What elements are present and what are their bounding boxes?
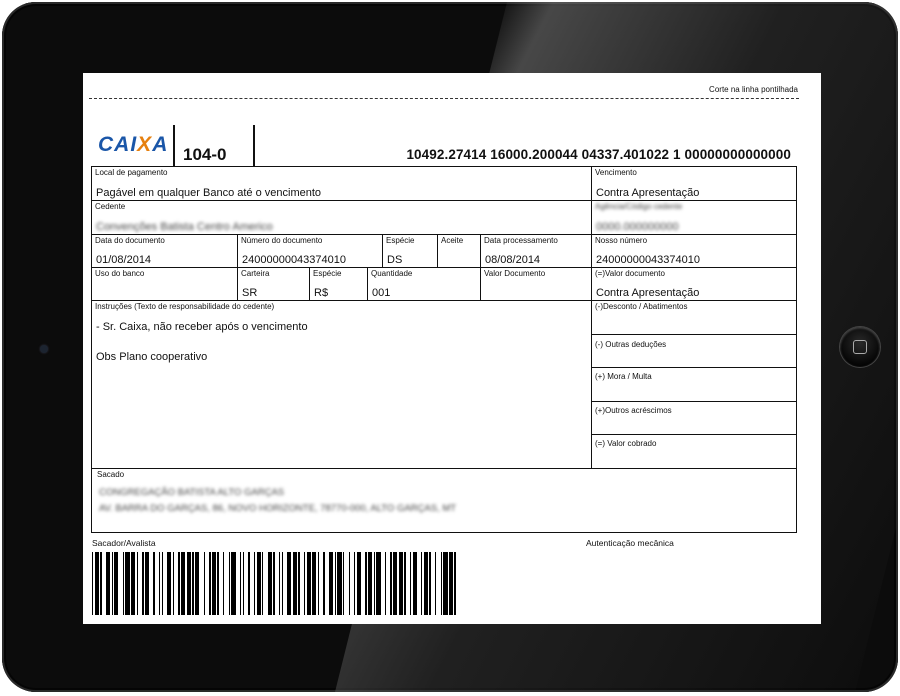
cell-numero-documento: Número do documento 24000000043374010 [237,235,382,267]
barcode-bar [454,552,456,615]
cell-local: Local de pagamento Pagável em qualquer B… [92,167,591,200]
data-doc-value: 01/08/2014 [96,254,152,266]
desconto-label: (-)Desconto / Abatimentos [595,302,688,311]
row-cedente: Cedente Convenções Batista Centro Americ… [92,201,796,235]
row-instrucoes: Instruções (Texto de responsabilidade do… [92,301,796,469]
data-doc-label: Data do documento [95,236,165,245]
agencia-label: Agência/Código cedente [595,202,683,211]
cell-agencia: Agência/Código cedente 0000.000000000 [591,201,796,234]
num-doc-value: 24000000043374010 [242,254,347,266]
carteira-value: SR [242,287,258,299]
deducoes-field: (-) Outras deduções [592,335,796,368]
row-carteira: Uso do banco Carteira SR Espécie R$ Quan… [92,268,796,301]
cell-nosso-numero: Nosso número 24000000043374010 [591,235,796,267]
dashed-cut-line [89,98,799,99]
cell-uso-banco: Uso do banco [92,268,237,300]
sacador-avalista-label: Sacador/Avalista [92,538,156,548]
boleto-slip: CAIXA 104-0 10492.27414 16000.200044 043… [91,125,797,533]
valor-label: Valor Documento [484,269,546,278]
instrucao-line-1: - Sr. Caixa, não receber após o vencimen… [96,321,308,333]
especie-doc-value: DS [387,254,403,266]
cell-especie-doc: Espécie DS [382,235,437,267]
carteira-label: Carteira [241,269,270,278]
cell-valores-stack: (-)Desconto / Abatimentos (-) Outras ded… [591,301,796,468]
cell-aceite: Aceite [437,235,480,267]
header-divider [253,125,255,167]
vencimento-label: Vencimento [595,168,637,177]
instrucoes-label: Instruções (Texto de responsabilidade do… [95,302,275,311]
data-proc-value: 08/08/2014 [485,254,541,266]
nosso-numero-label: Nosso número [595,236,648,245]
quantidade-label: Quantidade [371,269,413,278]
cell-carteira: Carteira SR [237,268,309,300]
desconto-field: (-)Desconto / Abatimentos [592,301,796,335]
home-square-icon [853,340,867,354]
cell-valor: Valor Documento [480,268,591,300]
cell-data-documento: Data do documento 01/08/2014 [92,235,237,267]
valor-documento-value: Contra Apresentação [596,287,700,299]
barcode [92,552,456,615]
aceite-label: Aceite [441,236,464,245]
especie-doc-label: Espécie [386,236,415,245]
sacado-label: Sacado [97,470,125,479]
valor-cobrado-label: (=) Valor cobrado [595,439,657,448]
instrucao-line-2: Obs Plano cooperativo [96,351,208,363]
boleto-grid: Local de pagamento Pagável em qualquer B… [91,167,797,469]
num-doc-label: Número do documento [241,236,323,245]
uso-banco-label: Uso do banco [95,269,145,278]
row-local-pagamento: Local de pagamento Pagável em qualquer B… [92,167,796,201]
caixa-logo: CAIXA [98,133,169,156]
local-value: Pagável em qualquer Banco até o vencimen… [96,187,322,199]
cell-data-processamento: Data processamento 08/08/2014 [480,235,591,267]
boleto-screen: Corte na linha pontilhada CAIXA 104-0 10… [83,73,821,624]
cedente-value: Convenções Batista Centro Americo [96,221,273,233]
camera-icon [40,345,48,353]
cell-especie-moeda: Espécie R$ [309,268,367,300]
bank-code: 104-0 [183,145,227,164]
quantidade-value: 001 [372,287,391,299]
cell-vencimento: Vencimento Contra Apresentação [591,167,796,200]
cell-valor-documento: (=)Valor documento Contra Apresentação [591,268,796,300]
valor-cobrado-field: (=) Valor cobrado [592,435,796,469]
especie-moeda-label: Espécie [313,269,342,278]
acrescimos-label: (+)Outros acréscimos [595,406,672,415]
valor-documento-label: (=)Valor documento [595,269,665,278]
cell-cedente: Cedente Convenções Batista Centro Americ… [92,201,591,234]
cell-instrucoes: Instruções (Texto de responsabilidade do… [92,301,591,468]
local-label: Local de pagamento [95,168,168,177]
nosso-numero-value: 24000000043374010 [596,254,701,266]
cell-quantidade: Quantidade 001 [367,268,480,300]
header-divider [173,125,175,167]
digitable-line: 10492.27414 16000.200044 04337.401022 1 … [406,147,791,162]
vencimento-value: Contra Apresentação [596,187,700,199]
especie-moeda-value: R$ [314,287,329,299]
sacado-name: CONGREGAÇÃO BATISTA ALTO GARÇAS [99,487,285,498]
agencia-value: 0000.000000000 [596,221,679,233]
data-proc-label: Data processamento [484,236,558,245]
sacado-address: AV. BARRA DO GARÇAS, 86, NOVO HORIZONTE,… [99,503,457,514]
mora-label: (+) Mora / Multa [595,372,652,381]
mora-field: (+) Mora / Multa [592,368,796,402]
sacado-block: Sacado CONGREGAÇÃO BATISTA ALTO GARÇAS A… [91,469,797,533]
boleto-header: CAIXA 104-0 10492.27414 16000.200044 043… [91,125,797,167]
cedente-label: Cedente [95,202,126,211]
acrescimos-field: (+)Outros acréscimos [592,402,796,435]
home-button[interactable] [840,327,880,367]
row-documento: Data do documento 01/08/2014 Número do d… [92,235,796,268]
autenticacao-label: Autenticação mecânica [586,538,674,548]
tablet-frame: Corte na linha pontilhada CAIXA 104-0 10… [2,2,898,692]
cut-line-label: Corte na linha pontilhada [709,85,798,94]
deducoes-label: (-) Outras deduções [595,340,667,349]
